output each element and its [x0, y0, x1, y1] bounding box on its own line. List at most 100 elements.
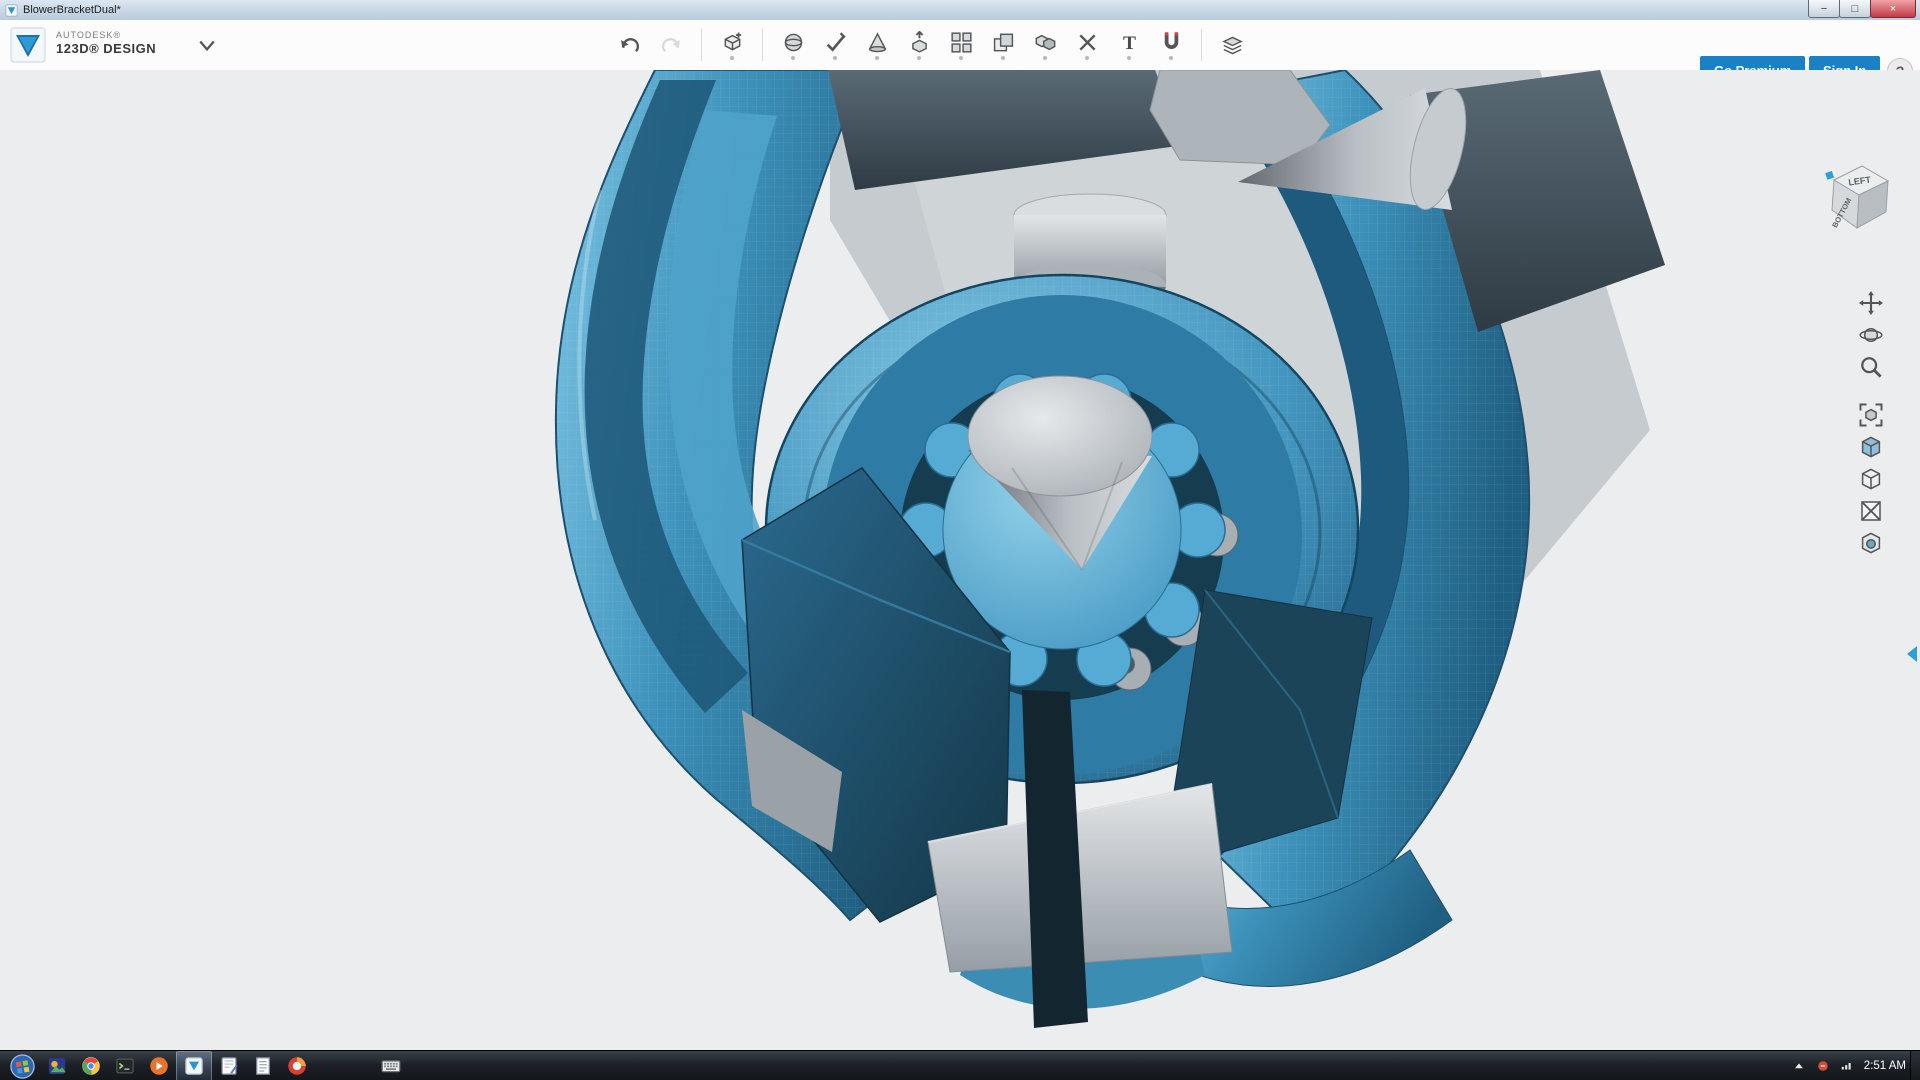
tray-app-icon [1816, 1059, 1830, 1073]
combine-icon [1034, 31, 1057, 54]
toolbar-separator [1201, 29, 1202, 61]
tray-app[interactable] [1816, 1059, 1830, 1073]
journal[interactable] [212, 1052, 246, 1080]
screen: BlowerBracketDual* −□× AUTODESK® 123D® D… [0, 0, 1920, 1080]
pattern-icon [950, 31, 973, 54]
orbit-icon [1859, 323, 1883, 347]
orbit-button[interactable] [1859, 323, 1885, 349]
network-icon [1840, 1059, 1854, 1073]
taskbar: 2:51 AM [0, 1050, 1920, 1080]
snap-dropdown-indicator [1169, 56, 1173, 60]
on-screen-keyboard-icon [381, 1056, 401, 1076]
modify-button[interactable] [898, 22, 940, 68]
3d-model[interactable] [0, 70, 1920, 1050]
show-hidden-icons[interactable] [1792, 1059, 1806, 1073]
chrome-icon [81, 1056, 101, 1076]
show-hidden-icons-icon [1792, 1059, 1806, 1073]
undo-button[interactable] [608, 22, 650, 68]
transform-button[interactable] [772, 22, 814, 68]
material-render-icon [1859, 531, 1883, 555]
toolbar-separator [762, 29, 763, 61]
snap-button[interactable] [1150, 22, 1192, 68]
modify-icon [908, 31, 931, 54]
pattern-button[interactable] [940, 22, 982, 68]
text-icon: T [1118, 31, 1141, 54]
undo-icon [618, 34, 641, 57]
network[interactable] [1840, 1059, 1854, 1073]
notepad[interactable] [246, 1052, 280, 1080]
construct-button[interactable] [856, 22, 898, 68]
hide-sketches-icon [1859, 499, 1883, 523]
system-tray: 2:51 AM [1792, 1051, 1906, 1080]
toolbar-separator [701, 29, 702, 61]
construct-icon [866, 31, 889, 54]
view-shading-button[interactable] [1859, 435, 1885, 461]
transform-dropdown-indicator [791, 56, 795, 60]
material-render-button[interactable] [1859, 531, 1885, 557]
app-menu-chevron-icon[interactable] [198, 38, 216, 54]
modify-dropdown-indicator [917, 56, 921, 60]
pan-button[interactable] [1859, 291, 1885, 317]
taskbar-apps [4, 1051, 408, 1080]
media-player-icon [149, 1056, 169, 1076]
start-button-icon [10, 1054, 35, 1079]
123d-logo-icon [10, 27, 46, 63]
window-icon [5, 4, 18, 17]
transform-icon [782, 31, 805, 54]
view-shading-icon [1859, 435, 1883, 459]
svg-text:T: T [1123, 33, 1136, 54]
view-visibility-button[interactable] [1859, 467, 1885, 493]
start-button[interactable] [4, 1051, 40, 1080]
window-title: BlowerBracketDual* [23, 4, 121, 16]
view-visibility-icon [1859, 467, 1883, 491]
primitives-button[interactable] [711, 22, 753, 68]
combine-button[interactable] [1024, 22, 1066, 68]
sketch-dropdown-indicator [833, 56, 837, 60]
on-screen-keyboard[interactable] [374, 1052, 408, 1080]
sketch-button[interactable] [814, 22, 856, 68]
close-button[interactable]: × [1870, 0, 1916, 18]
grouping-button[interactable] [982, 22, 1024, 68]
primitives-dropdown-indicator [730, 56, 734, 60]
viewcube-home-marker[interactable] [1825, 171, 1834, 180]
brand-123d-design: 123D® DESIGN [56, 41, 156, 57]
text-button[interactable]: T [1108, 22, 1150, 68]
photos-app[interactable] [40, 1052, 74, 1080]
measure-button[interactable] [1066, 22, 1108, 68]
media-player[interactable] [142, 1052, 176, 1080]
pattern-dropdown-indicator [959, 56, 963, 60]
show-desktop-button[interactable] [1910, 1051, 1920, 1080]
photos-app-icon [47, 1056, 67, 1076]
viewport-canvas[interactable]: LEFT BOTTOM Snap : 1 Units : mm [0, 70, 1920, 1050]
measure-icon [1076, 31, 1099, 54]
panel-collapse-arrow[interactable] [1907, 646, 1917, 662]
minimize-button[interactable]: − [1808, 0, 1840, 18]
text-dropdown-indicator [1127, 56, 1131, 60]
combine-dropdown-indicator [1043, 56, 1047, 60]
fit-view-button[interactable] [1859, 403, 1885, 429]
chrome[interactable] [74, 1052, 108, 1080]
notepad-icon [253, 1056, 273, 1076]
hide-sketches-button[interactable] [1859, 499, 1885, 525]
123d-design[interactable] [176, 1051, 212, 1080]
main-toolbar: T [608, 20, 1253, 70]
snap-icon [1160, 31, 1183, 54]
console[interactable] [108, 1052, 142, 1080]
sketch-icon [824, 31, 847, 54]
123d-design-icon [184, 1056, 204, 1076]
measure-dropdown-indicator [1085, 56, 1089, 60]
material-button[interactable] [1211, 22, 1253, 68]
material-icon [1221, 34, 1244, 57]
taskbar-clock[interactable]: 2:51 AM [1864, 1060, 1906, 1072]
view-cube[interactable]: LEFT BOTTOM [1822, 154, 1902, 249]
grouping-icon [992, 31, 1015, 54]
maximize-button[interactable]: □ [1839, 0, 1871, 18]
zoom-button[interactable] [1859, 355, 1885, 381]
console-icon [115, 1056, 135, 1076]
construct-dropdown-indicator [875, 56, 879, 60]
zoom-icon [1859, 355, 1883, 379]
view-navigation-toolbar [1854, 288, 1890, 560]
browser[interactable] [280, 1052, 314, 1080]
window-controls: −□× [1809, 0, 1916, 18]
redo-button[interactable] [650, 22, 692, 68]
